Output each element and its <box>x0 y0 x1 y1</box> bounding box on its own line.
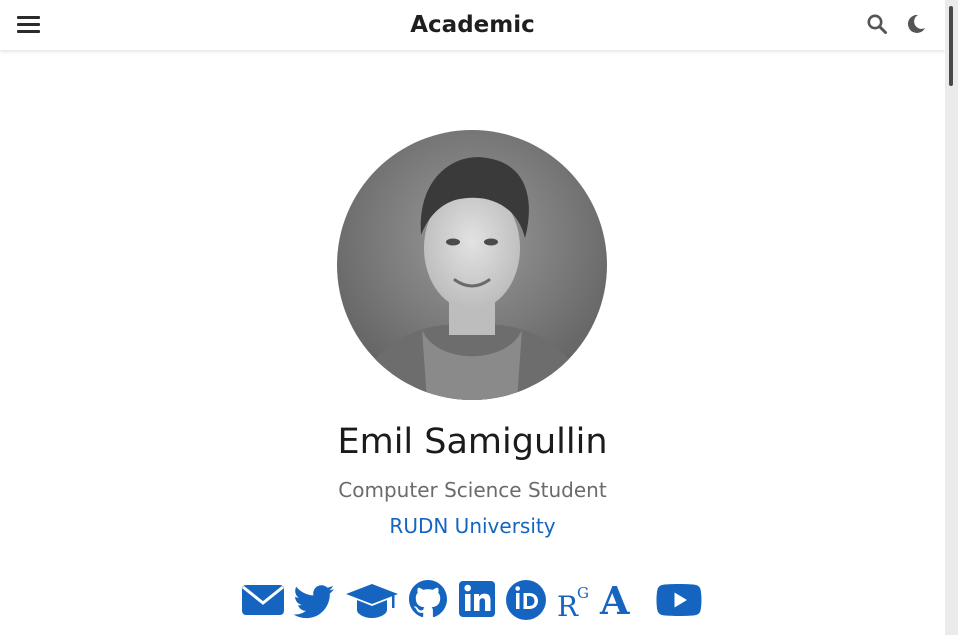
twitter-icon[interactable] <box>293 576 335 624</box>
organization-link[interactable]: RUDN University <box>389 514 555 538</box>
youtube-icon[interactable] <box>656 576 702 624</box>
github-icon[interactable] <box>407 576 449 624</box>
linkedin-icon[interactable] <box>458 576 496 624</box>
profile-photo <box>337 130 607 400</box>
scrollbar-thumb[interactable] <box>949 6 953 86</box>
top-navbar: Academic <box>0 0 945 50</box>
viewport: Academic Emil Samigullin Computer Scienc… <box>0 0 958 635</box>
moon-icon[interactable] <box>905 13 927 35</box>
orcid-icon[interactable] <box>505 576 547 624</box>
academia-a: A <box>599 578 630 623</box>
researchgate-icon[interactable]: R G <box>556 576 590 624</box>
profile-organization: RUDN University <box>0 513 945 539</box>
researchgate-r: R <box>557 590 579 623</box>
profile-role: Computer Science Student <box>338 478 607 502</box>
social-links: R G A <box>0 576 945 624</box>
graduation-cap-icon[interactable] <box>344 576 400 624</box>
profile-name: Emil Samigullin <box>337 422 608 462</box>
page: Academic Emil Samigullin Computer Scienc… <box>0 0 945 635</box>
brand-link[interactable]: Academic <box>410 12 535 38</box>
researchgate-g: G <box>577 584 589 602</box>
academia-icon[interactable]: A <box>599 576 635 624</box>
site-brand: Academic <box>0 9 945 41</box>
search-icon[interactable] <box>866 13 888 35</box>
envelope-icon[interactable] <box>241 576 285 624</box>
scrollbar[interactable] <box>945 0 958 635</box>
